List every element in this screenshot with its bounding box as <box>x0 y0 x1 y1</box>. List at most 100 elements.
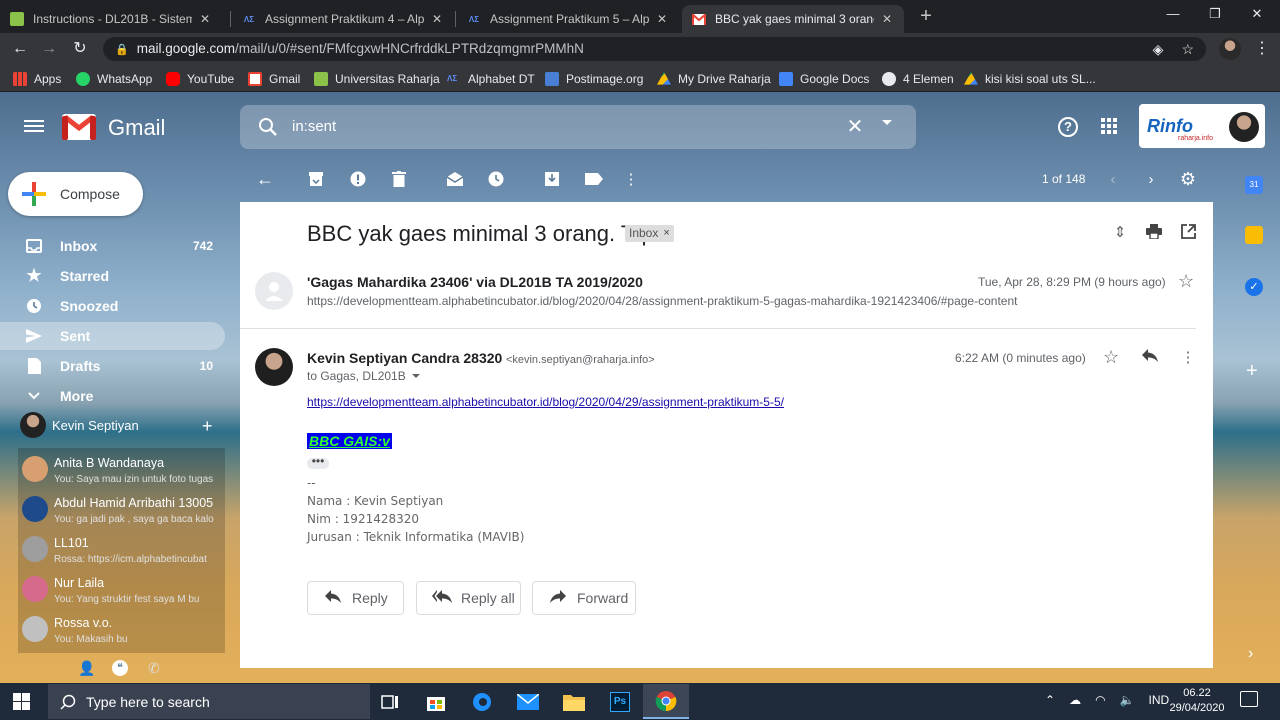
forward-button[interactable]: Forward <box>532 581 636 615</box>
chevron-down-icon[interactable] <box>411 374 420 378</box>
close-tab-icon[interactable]: ✕ <box>430 12 444 26</box>
windows-start-icon[interactable] <box>13 693 30 710</box>
search-options-dropdown-icon[interactable] <box>882 120 892 125</box>
forward-icon[interactable]: → <box>38 38 60 60</box>
search-input[interactable] <box>292 118 792 135</box>
expand-side-panel-icon[interactable]: › <box>1248 645 1253 663</box>
minimize-icon[interactable]: — <box>1158 4 1188 24</box>
profile-avatar[interactable] <box>1219 38 1241 60</box>
get-addons-icon[interactable]: + <box>1246 360 1258 383</box>
browser-menu-icon[interactable]: ⋮ <box>1254 39 1270 59</box>
delete-icon[interactable] <box>390 170 408 188</box>
list-item[interactable]: Rossa v.o. You: Makasih bu <box>20 610 225 650</box>
bookmark-raharja[interactable]: Universitas Raharja <box>314 71 440 87</box>
remove-label-icon[interactable]: × <box>663 225 669 242</box>
volume-icon[interactable]: 🔈 <box>1120 693 1135 707</box>
taskbar-search[interactable]: Type here to search <box>48 684 370 719</box>
body-link[interactable]: https://developmentteam.alphabetincubato… <box>307 395 784 409</box>
bookmark-4-elemen[interactable]: 4 Elemen <box>882 71 954 87</box>
more-actions-icon[interactable]: ⋮ <box>622 170 640 188</box>
nav-more[interactable]: More <box>0 382 225 410</box>
notifications-icon[interactable] <box>1240 691 1258 707</box>
calendar-icon[interactable]: 31 <box>1245 176 1263 194</box>
photoshop-icon[interactable]: Ps <box>597 684 643 719</box>
chrome-icon[interactable] <box>643 684 689 719</box>
sender-avatar[interactable] <box>255 272 293 310</box>
print-icon[interactable] <box>1145 224 1163 242</box>
back-to-list-icon[interactable]: ← <box>256 169 274 189</box>
report-spam-icon[interactable] <box>349 170 367 188</box>
help-icon[interactable]: ? <box>1058 117 1078 137</box>
bookmark-docs[interactable]: Google Docs <box>779 71 869 87</box>
message-sender[interactable]: 'Gagas Mahardika 23406' via DL201B TA 20… <box>307 274 643 290</box>
bookmark-whatsapp[interactable]: WhatsApp <box>76 71 152 87</box>
window-close-icon[interactable]: ✕ <box>1242 4 1272 24</box>
reload-icon[interactable]: ↻ <box>69 38 91 60</box>
file-explorer-icon[interactable] <box>551 684 597 719</box>
expand-all-icon[interactable]: ⇕ <box>1111 224 1129 242</box>
reply-all-button[interactable]: Reply all <box>416 581 521 615</box>
close-tab-icon[interactable]: ✕ <box>198 12 212 26</box>
list-item[interactable]: Abdul Hamid Arribathi 13005 You: ga jadi… <box>20 490 225 530</box>
nav-snoozed[interactable]: Snoozed <box>0 292 225 320</box>
star-message-icon[interactable]: ☆ <box>1178 271 1194 292</box>
wifi-icon[interactable]: ◠ <box>1095 693 1105 707</box>
gmail-logo-icon[interactable] <box>62 114 96 140</box>
message-more-icon[interactable]: ⋮ <box>1179 349 1197 367</box>
newer-icon[interactable]: ‹ <box>1104 170 1122 188</box>
message-preview[interactable]: https://developmentteam.alphabetincubato… <box>307 294 1017 308</box>
archive-icon[interactable] <box>307 170 325 188</box>
close-tab-icon[interactable]: ✕ <box>880 12 894 26</box>
message-sender[interactable]: Kevin Septiyan Candra 28320 <box>307 350 502 366</box>
tab-praktikum-4[interactable]: ΛΣ Assignment Praktikum 4 – Alphal ✕ <box>232 5 454 33</box>
chevron-up-icon[interactable]: ⌃ <box>1045 693 1055 707</box>
task-view-icon[interactable] <box>367 684 413 719</box>
compose-button[interactable]: Compose <box>8 172 143 216</box>
mark-unread-icon[interactable] <box>446 170 464 188</box>
hangouts-icon[interactable]: ❝ <box>112 660 128 676</box>
clear-search-icon[interactable]: ✕ <box>845 114 865 139</box>
keep-icon[interactable] <box>1245 226 1263 244</box>
language-indicator[interactable]: IND <box>1149 693 1170 707</box>
contacts-icon[interactable]: 👤 <box>78 660 95 677</box>
snooze-icon[interactable] <box>487 170 505 188</box>
gmail-wordmark[interactable]: Gmail <box>108 115 165 141</box>
cloud-icon[interactable]: ☁ <box>1069 693 1081 707</box>
bookmark-gmail[interactable]: Gmail <box>248 71 300 87</box>
nav-sent[interactable]: Sent <box>0 322 225 350</box>
tab-praktikum-5[interactable]: ΛΣ Assignment Praktikum 5 – Alphal ✕ <box>457 5 679 33</box>
new-tab-icon[interactable]: + <box>916 4 936 28</box>
open-new-window-icon[interactable] <box>1179 224 1197 242</box>
list-item[interactable]: Nur Laila You: Yang struktir fest saya M… <box>20 570 225 610</box>
maximize-icon[interactable]: ❐ <box>1200 4 1230 24</box>
edge-icon[interactable] <box>459 684 505 719</box>
bookmark-alphabet[interactable]: ΛΣ Alphabet DT <box>447 71 535 87</box>
new-conversation-icon[interactable]: + <box>202 416 213 437</box>
mail-icon[interactable] <box>505 684 551 719</box>
main-menu-icon[interactable] <box>24 117 44 135</box>
older-icon[interactable]: › <box>1142 170 1160 188</box>
nav-drafts[interactable]: Drafts 10 <box>0 352 225 380</box>
bookmark-apps[interactable]: Apps <box>13 71 61 87</box>
taskbar-clock[interactable]: 06.22 29/04/2020 <box>1168 686 1226 716</box>
tab-gmail-active[interactable]: BBC yak gaes minimal 3 orang. Tq ✕ <box>682 5 904 33</box>
nav-starred[interactable]: ★ Starred <box>0 262 225 290</box>
account-avatar[interactable] <box>1229 112 1259 142</box>
bookmark-drive[interactable]: My Drive Raharja <box>657 71 771 87</box>
recipients-toggle[interactable]: to Gagas, DL201B <box>307 369 420 383</box>
extension-icon[interactable]: ◈ <box>1153 41 1164 57</box>
list-item[interactable]: Anita B Wandanaya You: Saya mau izin unt… <box>20 450 225 490</box>
back-icon[interactable]: ← <box>9 38 31 60</box>
bookmark-postimage[interactable]: Postimage.org <box>545 71 643 87</box>
search-icon[interactable] <box>258 117 278 137</box>
hangouts-self[interactable]: Kevin Septiyan <box>20 410 225 440</box>
nav-inbox[interactable]: Inbox 742 <box>0 232 225 260</box>
reply-button[interactable]: Reply <box>307 581 404 615</box>
inbox-label-badge[interactable]: Inbox × <box>625 225 674 242</box>
address-bar[interactable]: 🔒 mail.google.com/mail/u/0/#sent/FMfcgxwH… <box>103 37 1206 61</box>
bookmark-kisi-kisi[interactable]: kisi kisi soal uts SL... <box>964 71 1096 87</box>
google-apps-icon[interactable] <box>1101 118 1117 134</box>
store-icon[interactable] <box>413 684 459 719</box>
settings-gear-icon[interactable]: ⚙ <box>1179 169 1197 189</box>
star-message-icon[interactable]: ☆ <box>1103 347 1119 368</box>
